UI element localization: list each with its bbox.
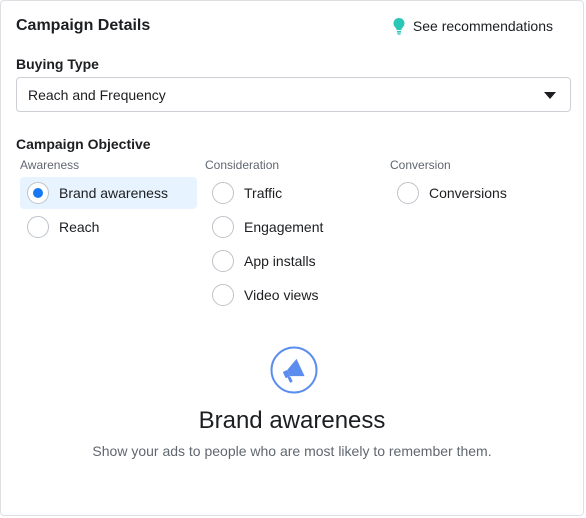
buying-type-select[interactable]: Reach and Frequency <box>16 77 571 112</box>
option-app-installs[interactable]: App installs <box>205 245 382 277</box>
card-header: Campaign Details See recommendations <box>16 16 568 40</box>
column-title-conversion: Conversion <box>390 158 451 172</box>
campaign-objective-label: Campaign Objective <box>16 136 151 152</box>
option-label: Reach <box>59 219 100 235</box>
option-video-views[interactable]: Video views <box>205 279 382 311</box>
buying-type-label: Buying Type <box>16 56 99 72</box>
column-title-consideration: Consideration <box>205 158 280 172</box>
radio-unchecked-icon <box>27 216 49 238</box>
radio-checked-icon <box>27 182 49 204</box>
card-title: Campaign Details <box>16 17 151 34</box>
option-label: App installs <box>244 253 316 269</box>
lightbulb-icon <box>393 17 405 35</box>
column-title-awareness: Awareness <box>20 158 80 172</box>
buying-type-value: Reach and Frequency <box>28 87 166 103</box>
option-label: Engagement <box>244 219 324 235</box>
radio-unchecked-icon <box>212 284 234 306</box>
option-traffic[interactable]: Traffic <box>205 177 382 209</box>
option-label: Conversions <box>429 185 507 201</box>
caret-down-icon <box>544 92 556 99</box>
campaign-details-card: Campaign Details See recommendations Buy… <box>0 0 584 516</box>
option-conversions[interactable]: Conversions <box>390 177 567 209</box>
summary-title: Brand awareness <box>198 407 386 434</box>
option-engagement[interactable]: Engagement <box>205 211 382 243</box>
option-label: Brand awareness <box>59 185 168 201</box>
radio-unchecked-icon <box>212 250 234 272</box>
radio-unchecked-icon <box>397 182 419 204</box>
radio-unchecked-icon <box>212 182 234 204</box>
summary-description: Show your ads to people who are most lik… <box>92 443 492 459</box>
megaphone-icon <box>270 346 318 394</box>
see-recommendations-label: See recommendations <box>412 18 553 34</box>
see-recommendations-link[interactable]: See recommendations <box>393 17 553 35</box>
radio-unchecked-icon <box>212 216 234 238</box>
option-brand-awareness[interactable]: Brand awareness <box>20 177 197 209</box>
option-label: Traffic <box>244 185 283 201</box>
option-label: Video views <box>244 287 319 303</box>
option-reach[interactable]: Reach <box>20 211 197 243</box>
